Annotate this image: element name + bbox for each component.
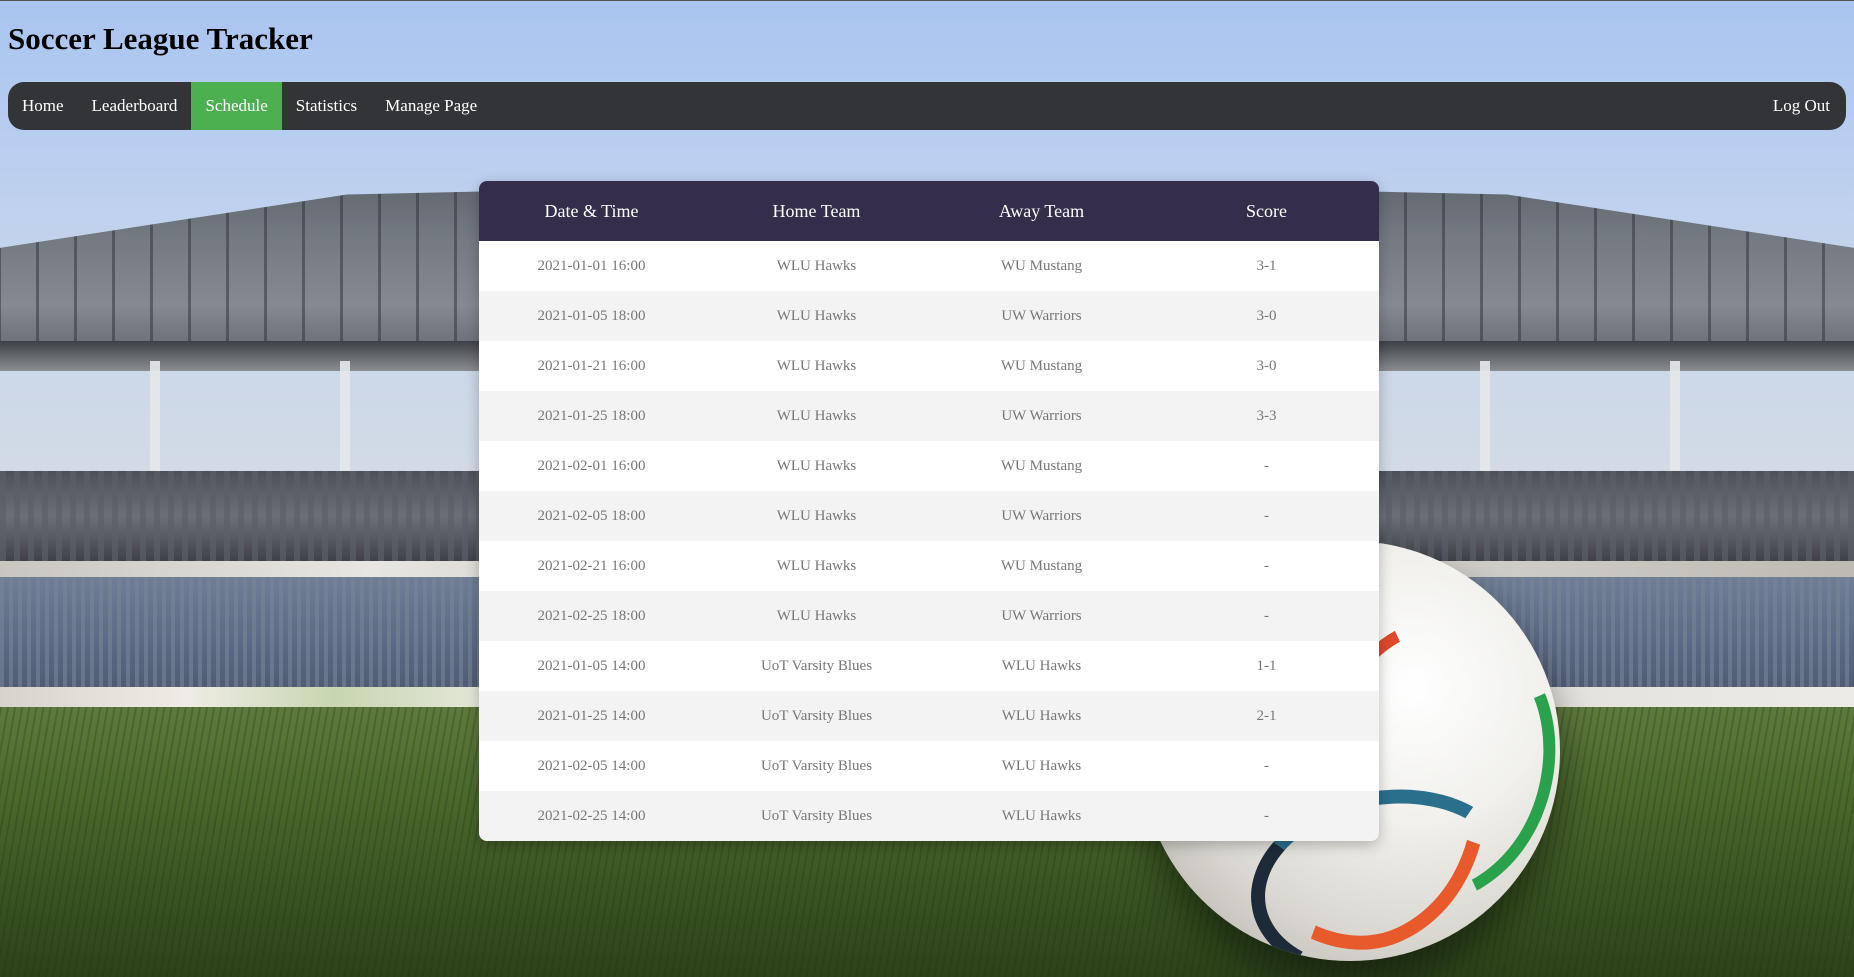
cell-home-team: UoT Varsity Blues: [760, 707, 873, 724]
cell-date-time: 2021-02-05 14:00: [537, 757, 646, 774]
cell-home-team: WLU Hawks: [776, 507, 857, 524]
cell-date-time: 2021-01-21 16:00: [537, 357, 646, 374]
main-navbar: Home Leaderboard Schedule Statistics Man…: [8, 82, 1846, 130]
cell-date-time: 2021-01-25 18:00: [537, 407, 646, 424]
column-header-home-team: Home Team: [772, 200, 861, 221]
cell-score: -: [1264, 757, 1269, 774]
cell-home-team: WLU Hawks: [776, 457, 857, 474]
cell-score: 2-1: [1256, 707, 1277, 724]
column-header-score: Score: [1246, 200, 1287, 221]
cell-score: 3-0: [1256, 357, 1277, 374]
cell-date-time: 2021-01-01 16:00: [537, 257, 646, 274]
cell-date-time: 2021-02-25 18:00: [537, 607, 646, 624]
cell-away-team: WLU Hawks: [1001, 657, 1082, 674]
nav-statistics[interactable]: Statistics: [282, 82, 371, 130]
cell-away-team: WLU Hawks: [1001, 807, 1082, 824]
schedule-table-body: 2021-01-01 16:00 WLU Hawks WU Mustang 3-…: [479, 241, 1379, 841]
table-row: 2021-02-05 14:00 UoT Varsity Blues WLU H…: [479, 741, 1379, 791]
cell-score: 3-3: [1256, 407, 1277, 424]
table-row: 2021-01-25 18:00 WLU Hawks UW Warriors 3…: [479, 391, 1379, 441]
cell-score: 3-1: [1256, 257, 1277, 274]
cell-away-team: WLU Hawks: [1001, 707, 1082, 724]
table-row: 2021-02-25 18:00 WLU Hawks UW Warriors -: [479, 591, 1379, 641]
cell-score: -: [1264, 507, 1269, 524]
nav-manage-page[interactable]: Manage Page: [371, 82, 491, 130]
cell-score: -: [1264, 607, 1269, 624]
cell-away-team: WU Mustang: [1000, 557, 1083, 574]
cell-date-time: 2021-02-05 18:00: [537, 507, 646, 524]
cell-home-team: WLU Hawks: [776, 257, 857, 274]
cell-home-team: UoT Varsity Blues: [760, 757, 873, 774]
table-row: 2021-02-21 16:00 WLU Hawks WU Mustang -: [479, 541, 1379, 591]
cell-away-team: WU Mustang: [1000, 357, 1083, 374]
cell-away-team: UW Warriors: [1001, 607, 1082, 624]
nav-links: Home Leaderboard Schedule Statistics Man…: [8, 82, 491, 130]
cell-away-team: WU Mustang: [1000, 257, 1083, 274]
nav-leaderboard[interactable]: Leaderboard: [78, 82, 192, 130]
table-row: 2021-01-05 18:00 WLU Hawks UW Warriors 3…: [479, 291, 1379, 341]
cell-home-team: UoT Varsity Blues: [760, 657, 873, 674]
cell-score: -: [1264, 457, 1269, 474]
cell-date-time: 2021-02-25 14:00: [537, 807, 646, 824]
table-row: 2021-02-01 16:00 WLU Hawks WU Mustang -: [479, 441, 1379, 491]
cell-score: -: [1264, 807, 1269, 824]
site-title: Soccer League Tracker: [8, 21, 313, 56]
cell-date-time: 2021-02-21 16:00: [537, 557, 646, 574]
logout-link[interactable]: Log Out: [1759, 82, 1846, 130]
cell-score: 3-0: [1256, 307, 1277, 324]
cell-home-team: WLU Hawks: [776, 307, 857, 324]
table-row: 2021-02-05 18:00 WLU Hawks UW Warriors -: [479, 491, 1379, 541]
nav-right: Log Out: [1759, 82, 1846, 130]
cell-home-team: WLU Hawks: [776, 407, 857, 424]
cell-date-time: 2021-02-01 16:00: [537, 457, 646, 474]
column-header-away-team: Away Team: [998, 200, 1085, 221]
cell-away-team: UW Warriors: [1001, 407, 1082, 424]
cell-home-team: UoT Varsity Blues: [760, 807, 873, 824]
table-row: 2021-01-01 16:00 WLU Hawks WU Mustang 3-…: [479, 241, 1379, 291]
cell-home-team: WLU Hawks: [776, 357, 857, 374]
cell-home-team: WLU Hawks: [776, 607, 857, 624]
schedule-table-container: Date & Time Home Team Away Team Score 20…: [479, 181, 1379, 841]
cell-date-time: 2021-01-25 14:00: [537, 707, 646, 724]
cell-home-team: WLU Hawks: [776, 557, 857, 574]
cell-away-team: WU Mustang: [1000, 457, 1083, 474]
table-row: 2021-02-25 14:00 UoT Varsity Blues WLU H…: [479, 791, 1379, 841]
cell-away-team: WLU Hawks: [1001, 757, 1082, 774]
schedule-table: Date & Time Home Team Away Team Score 20…: [479, 181, 1379, 841]
cell-score: 1-1: [1256, 657, 1277, 674]
cell-score: -: [1264, 557, 1269, 574]
cell-away-team: UW Warriors: [1001, 507, 1082, 524]
table-row: 2021-01-05 14:00 UoT Varsity Blues WLU H…: [479, 641, 1379, 691]
table-row: 2021-01-21 16:00 WLU Hawks WU Mustang 3-…: [479, 341, 1379, 391]
table-row: 2021-01-25 14:00 UoT Varsity Blues WLU H…: [479, 691, 1379, 741]
cell-date-time: 2021-01-05 18:00: [537, 307, 646, 324]
nav-schedule[interactable]: Schedule: [191, 82, 282, 130]
table-header-row: Date & Time Home Team Away Team Score: [479, 181, 1379, 241]
column-header-date-time: Date & Time: [544, 200, 639, 221]
nav-home[interactable]: Home: [8, 82, 78, 130]
cell-date-time: 2021-01-05 14:00: [537, 657, 646, 674]
cell-away-team: UW Warriors: [1001, 307, 1082, 324]
